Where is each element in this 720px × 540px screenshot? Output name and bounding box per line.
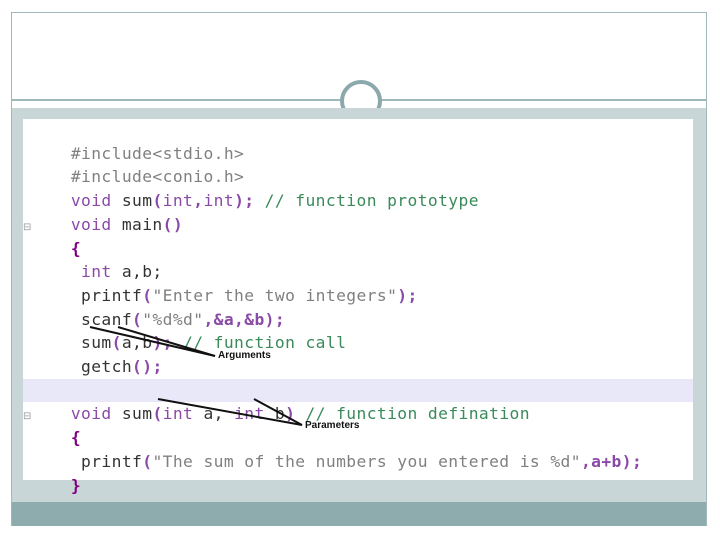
annotation-arrows (89, 326, 303, 426)
arrow-arguments-2 (117, 326, 216, 357)
arrow-parameters-1 (157, 398, 303, 426)
parameters-label: Parameters (305, 420, 360, 431)
arrow-arguments-1 (89, 326, 216, 357)
slide-bottom-bar (12, 502, 706, 526)
arguments-label: Arguments (218, 350, 271, 361)
